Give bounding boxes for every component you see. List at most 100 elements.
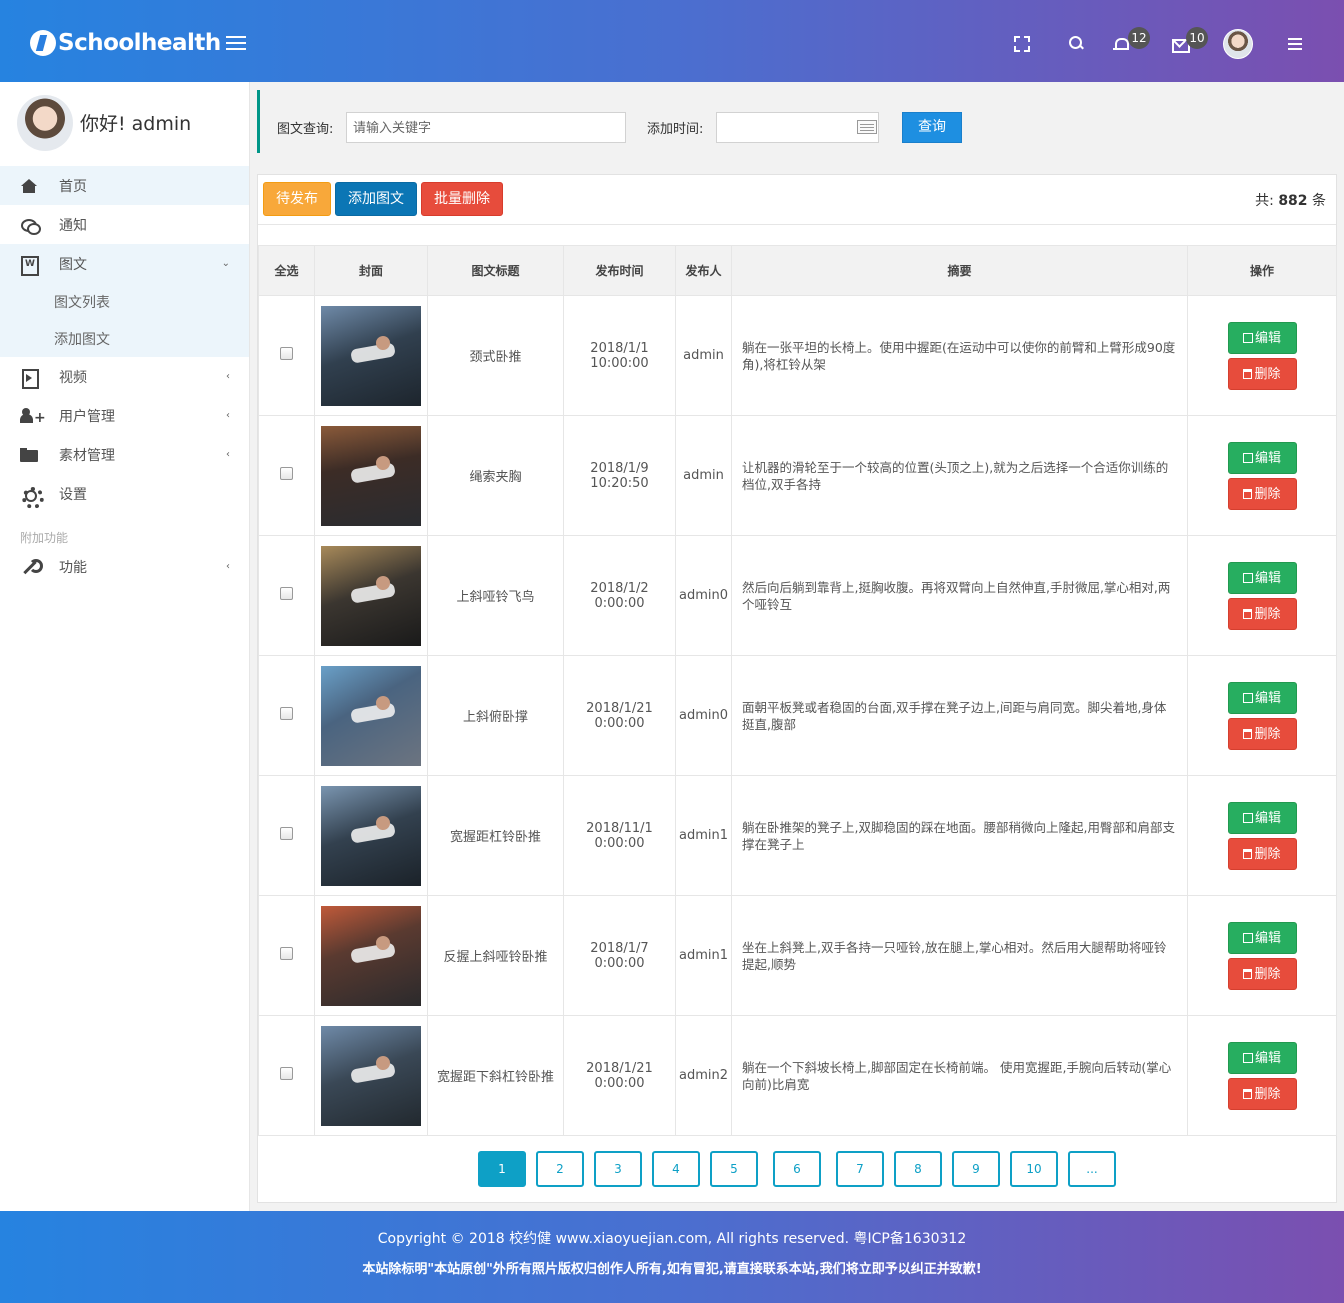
edit-button[interactable]: 编辑 <box>1227 681 1297 714</box>
edit-button[interactable]: 编辑 <box>1227 1041 1297 1074</box>
footer: Copyright © 2018 校约健 www.xiaoyuejian.com… <box>0 1211 1344 1303</box>
table-row: 宽握距下斜杠铃卧推 2018/1/21 0:00:00 admin2 躺在一个下… <box>258 1015 1337 1136</box>
row-checkbox[interactable] <box>280 1067 293 1080</box>
row-checkbox[interactable] <box>280 467 293 480</box>
row-checkbox[interactable] <box>280 587 293 600</box>
edit-button[interactable]: 编辑 <box>1227 921 1297 954</box>
chevron-left-icon: ‹ <box>226 410 230 421</box>
total-number: 882 <box>1278 193 1308 209</box>
row-checkbox[interactable] <box>280 707 293 720</box>
page-button-more[interactable]: ... <box>1068 1151 1116 1187</box>
page-button-3[interactable]: 3 <box>594 1151 642 1187</box>
delete-button[interactable]: 删除 <box>1227 957 1297 990</box>
page-button-9[interactable]: 9 <box>952 1151 1000 1187</box>
summary-cell: 让机器的滑轮至于一个较高的位置(头顶之上),就为之后选择一个合适你训练的档位,双… <box>731 415 1188 536</box>
page-button-6[interactable]: 6 <box>773 1151 821 1187</box>
checkbox-cell <box>258 655 315 776</box>
fullscreen-icon[interactable] <box>1012 34 1032 54</box>
cover-cell <box>314 655 428 776</box>
edit-button[interactable]: 编辑 <box>1227 801 1297 834</box>
delete-button[interactable]: 删除 <box>1227 477 1297 510</box>
wrench-icon <box>20 558 43 575</box>
page-button-4[interactable]: 4 <box>652 1151 700 1187</box>
sidebar-item-notice[interactable]: 通知 <box>0 205 249 244</box>
header-avatar[interactable] <box>1223 29 1253 59</box>
notification-badge: 12 <box>1128 27 1150 49</box>
delete-button[interactable]: 删除 <box>1227 597 1297 630</box>
delete-button[interactable]: 删除 <box>1227 357 1297 390</box>
actions-cell: 编辑 删除 <box>1187 895 1337 1016</box>
content-panel: 待发布 添加图文 批量删除 共: 882 条 全选 封面 图文标题 发布时间 发… <box>257 174 1337 1203</box>
main-content: 图文查询: 添加时间: 查询 待发布 添加图文 批量删除 共: 882 条 全选 <box>250 82 1344 1211</box>
keyword-input[interactable] <box>346 112 626 143</box>
add-article-button[interactable]: 添加图文 <box>335 182 417 216</box>
logo[interactable]: Schoolhealth <box>30 28 221 58</box>
sidebar-item-article-list[interactable]: 图文列表 <box>0 283 249 320</box>
sidebar-toggle-icon[interactable] <box>226 36 246 50</box>
title-cell: 颈式卧推 <box>427 295 564 416</box>
sidebar-item-video[interactable]: 视频 ‹ <box>0 357 249 396</box>
pending-button[interactable]: 待发布 <box>263 182 331 216</box>
chevron-left-icon: ‹ <box>226 561 230 572</box>
checkbox-cell <box>258 535 315 656</box>
title-cell: 绳索夹胸 <box>427 415 564 536</box>
author-cell: admin1 <box>675 895 732 1016</box>
sidebar-item-users[interactable]: 用户管理 ‹ <box>0 396 249 435</box>
delete-button[interactable]: 删除 <box>1227 837 1297 870</box>
author-cell: admin <box>675 415 732 536</box>
page-button-2[interactable]: 2 <box>536 1151 584 1187</box>
row-checkbox[interactable] <box>280 947 293 960</box>
edit-label: 编辑 <box>1254 330 1281 346</box>
date-input[interactable] <box>716 112 879 143</box>
title-cell: 宽握距下斜杠铃卧推 <box>427 1015 564 1136</box>
sidebar-item-articles[interactable]: 图文 ⌄ <box>0 244 249 283</box>
sidebar-item-materials[interactable]: 素材管理 ‹ <box>0 435 249 474</box>
author-cell: admin <box>675 295 732 416</box>
search-icon[interactable] <box>1066 34 1086 54</box>
sidebar-item-functions[interactable]: 功能 ‹ <box>0 547 249 586</box>
edit-label: 编辑 <box>1254 930 1281 946</box>
cover-cell <box>314 295 428 416</box>
summary-cell: 然后向后躺到靠背上,挺胸收腹。再将双臂向上自然伸直,手肘微屈,掌心相对,两个哑铃… <box>731 535 1188 656</box>
table-row: 上斜哑铃飞鸟 2018/1/2 0:00:00 admin0 然后向后躺到靠背上… <box>258 535 1337 656</box>
user-add-icon <box>20 407 38 424</box>
checkbox-cell <box>258 775 315 896</box>
edit-button[interactable]: 编辑 <box>1227 561 1297 594</box>
column-header: 发布时间 <box>563 245 676 296</box>
page-button-10[interactable]: 10 <box>1010 1151 1058 1187</box>
select-all-header[interactable]: 全选 <box>258 245 315 296</box>
page-button-8[interactable]: 8 <box>894 1151 942 1187</box>
row-checkbox[interactable] <box>280 827 293 840</box>
time-cell: 2018/1/7 0:00:00 <box>563 895 676 1016</box>
sidebar-item-home[interactable]: 首页 <box>0 166 249 205</box>
edit-button[interactable]: 编辑 <box>1227 441 1297 474</box>
time-cell: 2018/1/9 10:20:50 <box>563 415 676 536</box>
column-header: 操作 <box>1187 245 1337 296</box>
trash-icon <box>1243 608 1253 619</box>
trash-icon <box>1243 488 1253 499</box>
title-cell: 上斜俯卧撑 <box>427 655 564 776</box>
logo-text: Schoolhealth <box>58 30 221 56</box>
delete-button[interactable]: 删除 <box>1227 717 1297 750</box>
page-button-1[interactable]: 1 <box>478 1151 526 1187</box>
date-label: 添加时间: <box>647 122 704 137</box>
batch-delete-button[interactable]: 批量删除 <box>421 182 503 216</box>
total-prefix: 共: <box>1255 193 1274 209</box>
sidebar-item-label: 图文 <box>59 256 87 273</box>
menu-icon[interactable] <box>1288 38 1302 53</box>
sidebar-item-label: 首页 <box>59 178 87 195</box>
row-checkbox[interactable] <box>280 347 293 360</box>
query-button[interactable]: 查询 <box>902 112 962 143</box>
actions-cell: 编辑 删除 <box>1187 415 1337 536</box>
calendar-icon[interactable] <box>857 120 877 134</box>
sidebar-item-label: 视频 <box>59 369 87 386</box>
delete-label: 删除 <box>1254 486 1281 502</box>
sidebar-item-settings[interactable]: 设置 <box>0 474 249 513</box>
edit-button[interactable]: 编辑 <box>1227 321 1297 354</box>
page-button-7[interactable]: 7 <box>836 1151 884 1187</box>
trash-icon <box>1243 968 1253 979</box>
page-button-5[interactable]: 5 <box>710 1151 758 1187</box>
sidebar-item-add-article[interactable]: 添加图文 <box>0 320 249 357</box>
edit-icon <box>1242 932 1253 943</box>
delete-button[interactable]: 删除 <box>1227 1077 1297 1110</box>
